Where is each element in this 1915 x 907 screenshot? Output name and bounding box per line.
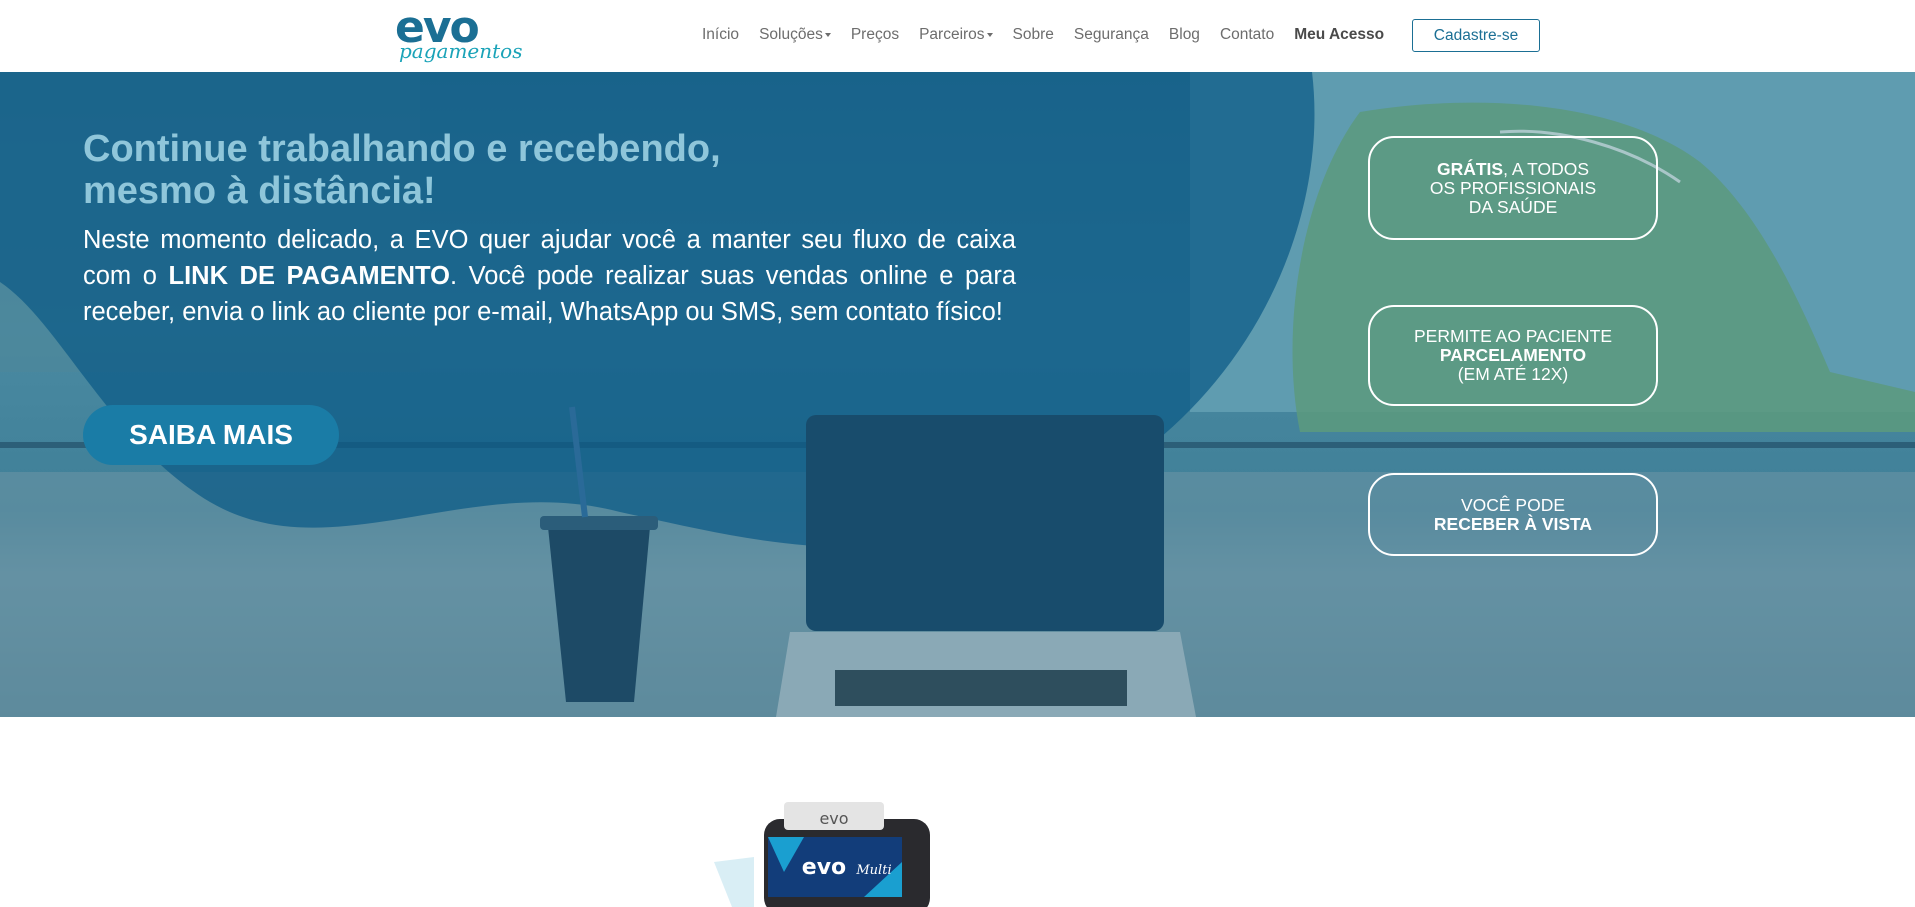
evo-pagamentos-logo[interactable]: evo pagamentos: [395, 6, 522, 64]
nav-item-contato[interactable]: Contato: [1220, 26, 1274, 44]
main-nav: Início Soluções Preços Parceiros Sobre S…: [702, 24, 1404, 46]
cup-lid: [540, 516, 658, 530]
feature-line: PERMITE AO PACIENTE: [1413, 326, 1613, 346]
nav-label: Contato: [1219, 26, 1275, 43]
feature-badge-gratis: GRÁTIS, A TODOS OS PROFISSIONAIS DA SAÚD…: [1368, 136, 1658, 240]
hero-banner: Continue trabalhando e recebendo, mesmo …: [0, 72, 1915, 717]
terminal-brand-text: evo: [819, 809, 848, 828]
feature-line: DA SAÚDE: [1468, 196, 1558, 217]
nav-label: Meu Acesso: [1294, 26, 1385, 43]
nav-item-precos[interactable]: Preços: [851, 26, 899, 44]
nav-label: Parceiros: [919, 26, 985, 43]
hero-text-highlight: LINK DE PAGAMENTO: [168, 262, 450, 290]
caret-down-icon: [986, 33, 993, 37]
hero-title-line-1: Continue trabalhando e recebendo,: [83, 128, 721, 170]
laptop-keyboard: [835, 670, 1127, 706]
feature-line: (EM ATÉ 12X): [1457, 364, 1569, 384]
hero-title: Continue trabalhando e recebendo, mesmo …: [83, 128, 843, 212]
nav-label: Segurança: [1073, 26, 1149, 43]
feature-line: OS PROFISSIONAIS: [1429, 177, 1597, 198]
feature-line: VOCÊ PODE: [1460, 494, 1566, 515]
feature-text: , A TODOS: [1503, 158, 1590, 179]
nav-item-seguranca[interactable]: Segurança: [1074, 26, 1149, 44]
nav-item-blog[interactable]: Blog: [1169, 26, 1200, 44]
caret-down-icon: [824, 33, 831, 37]
saiba-mais-button[interactable]: SAIBA MAIS: [83, 405, 339, 465]
products-section: evo evo Multi: [0, 717, 1915, 907]
nav-label: Blog: [1168, 26, 1200, 43]
payment-terminal-image: evo evo Multi: [714, 802, 930, 907]
logo-subtitle: pagamentos: [399, 39, 523, 63]
feature-bold: PARCELAMENTO: [1439, 345, 1587, 365]
signup-button[interactable]: Cadastre-se: [1412, 19, 1540, 52]
hero-title-line-2: mesmo à distância!: [83, 170, 436, 212]
decor-triangle: [714, 857, 754, 907]
feature-bold: RECEBER À VISTA: [1433, 513, 1593, 534]
feature-badge-parcelamento: PERMITE AO PACIENTE PARCELAMENTO (EM ATÉ…: [1368, 305, 1658, 406]
nav-label: Soluções: [759, 26, 823, 43]
feature-bold: GRÁTIS: [1436, 158, 1504, 179]
nav-item-meu-acesso[interactable]: Meu Acesso: [1294, 26, 1384, 44]
laptop-screen: [806, 415, 1164, 631]
nav-item-parceiros[interactable]: Parceiros: [919, 26, 993, 44]
nav-label: Início: [702, 26, 740, 43]
nav-item-solucoes[interactable]: Soluções: [759, 26, 831, 44]
screen-brand-text: evo: [802, 855, 846, 880]
feature-badge-a-vista: VOCÊ PODE RECEBER À VISTA: [1368, 473, 1658, 556]
feature-line: GRÁTIS, A TODOS: [1436, 158, 1590, 179]
nav-label: Sobre: [1012, 26, 1054, 43]
nav-label: Preços: [850, 26, 900, 43]
nav-item-sobre[interactable]: Sobre: [1013, 26, 1054, 44]
site-header: evo pagamentos Início Soluções Preços Pa…: [0, 0, 1915, 72]
hero-description: Neste momento delicado, a EVO quer ajuda…: [83, 222, 1016, 330]
screen-sub-text: Multi: [855, 863, 891, 878]
nav-item-inicio[interactable]: Início: [702, 26, 739, 44]
